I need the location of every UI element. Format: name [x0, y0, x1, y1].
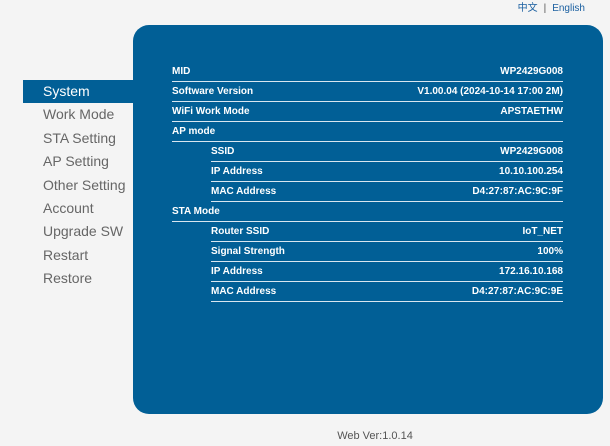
row-label: Software Version	[172, 86, 254, 97]
table-row: Router SSID IoT_NET	[211, 222, 563, 242]
row-label: WiFi Work Mode	[172, 106, 250, 117]
table-row: IP Address 172.16.10.168	[211, 262, 563, 282]
row-label: IP Address	[211, 166, 263, 177]
table-row: SSID WP2429G008	[211, 142, 563, 162]
row-value: V1.00.04 (2024-10-14 17:00 2M)	[417, 86, 563, 97]
row-value: WP2429G008	[500, 146, 563, 157]
table-row: MAC Address D4:27:87:AC:9C:9E	[211, 282, 563, 302]
table-row: WiFi Work Mode APSTAETHW	[172, 102, 563, 122]
sidebar-item-upgrade-sw[interactable]: Upgrade SW	[23, 220, 133, 243]
sidebar-item-account[interactable]: Account	[23, 197, 133, 220]
sidebar-item-ap-setting[interactable]: AP Setting	[23, 150, 133, 173]
row-label: Router SSID	[211, 226, 270, 237]
sidebar-item-system[interactable]: System	[23, 80, 133, 104]
sidebar-item-other-setting[interactable]: Other Setting	[23, 174, 133, 197]
row-value: D4:27:87:AC:9C:9E	[471, 286, 563, 297]
sidebar-item-restore[interactable]: Restore	[23, 267, 133, 290]
row-label: STA Mode	[172, 206, 220, 217]
table-row: IP Address 10.10.100.254	[211, 162, 563, 182]
sidebar-item-work-mode[interactable]: Work Mode	[23, 103, 133, 126]
table-row: Software Version V1.00.04 (2024-10-14 17:…	[172, 82, 563, 102]
row-label: MAC Address	[211, 186, 277, 197]
row-value: 10.10.100.254	[499, 166, 563, 177]
system-info-table: MID WP2429G008 Software Version V1.00.04 (2…	[172, 62, 563, 302]
language-switcher: 中文 | English	[518, 0, 585, 14]
row-value: D4:27:87:AC:9C:9F	[472, 186, 563, 197]
row-value: APSTAETHW	[500, 106, 563, 117]
web-version: Web Ver:1.0.14	[337, 430, 413, 442]
row-label: AP mode	[172, 126, 216, 137]
table-row: AP mode	[172, 122, 563, 142]
row-label: MAC Address	[211, 286, 277, 297]
row-value: IoT_NET	[522, 226, 563, 237]
sidebar-item-restart[interactable]: Restart	[23, 244, 133, 267]
row-label: SSID	[211, 146, 235, 157]
row-label: Signal Strength	[211, 246, 285, 257]
table-row: MAC Address D4:27:87:AC:9C:9F	[211, 182, 563, 202]
row-value: 100%	[537, 246, 563, 257]
row-value: 172.16.10.168	[499, 266, 563, 277]
system-info-panel: MID WP2429G008 Software Version V1.00.04 (2…	[133, 25, 603, 414]
table-row: MID WP2429G008	[172, 62, 563, 82]
lang-english-link[interactable]: English	[552, 3, 585, 14]
lang-chinese-link[interactable]: 中文	[518, 3, 538, 14]
row-label: MID	[172, 66, 191, 77]
table-row: Signal Strength 100%	[211, 242, 563, 262]
table-row: STA Mode	[172, 202, 563, 222]
row-value: WP2429G008	[500, 66, 563, 77]
sidebar-item-sta-setting[interactable]: STA Setting	[23, 127, 133, 150]
lang-separator: |	[543, 3, 547, 14]
row-label: IP Address	[211, 266, 263, 277]
sidebar-menu: System Work Mode STA Setting AP Setting Othe…	[23, 80, 133, 291]
